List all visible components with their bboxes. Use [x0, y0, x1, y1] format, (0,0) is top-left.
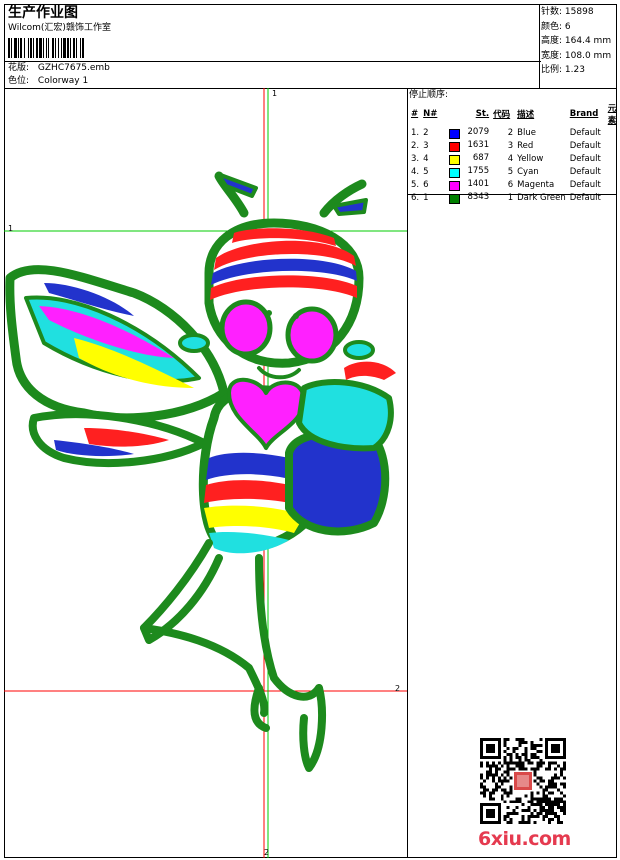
stop-stitches: 1401 — [447, 178, 491, 191]
stop-brand: Default — [569, 179, 601, 190]
colorway-value: Colorway 1 — [37, 76, 89, 86]
panel-divider — [407, 88, 408, 858]
stop-element — [606, 165, 620, 178]
stop-code: 2 — [507, 127, 514, 138]
colorway-row: 色位: Colorway 1 — [8, 76, 88, 87]
specs-divider — [539, 4, 540, 89]
color-swatch — [449, 167, 461, 178]
axis-label-top: 1 — [272, 89, 278, 98]
stop-needle: 3 — [423, 140, 429, 151]
design-label: 花版: — [8, 63, 30, 73]
stop-code: 4 — [507, 153, 514, 164]
col-desc: 描述 — [517, 110, 535, 120]
color-swatch — [449, 180, 461, 191]
stop-desc: Red — [517, 140, 534, 151]
stop-table-title: 停止顺序: — [409, 90, 449, 100]
stop-element — [606, 178, 620, 191]
stop-desc: Blue — [517, 127, 536, 138]
stop-row: 3. 4 687 4 Yellow Default — [409, 152, 620, 165]
stop-index: 3. — [411, 153, 420, 164]
watermark-logo: 6xiu.com — [478, 828, 571, 850]
stop-element — [606, 139, 620, 152]
stop-code: 1 — [507, 192, 514, 203]
color-swatch — [449, 154, 461, 165]
stop-desc: Dark Green — [517, 192, 566, 203]
axis-label-right: 2 — [395, 684, 401, 693]
stop-row: 4. 5 1755 5 Cyan Default — [409, 165, 620, 178]
stop-code: 3 — [507, 140, 514, 151]
stop-needle: 2 — [423, 127, 429, 138]
stop-row: 1. 2 2079 2 Blue Default — [409, 126, 620, 139]
stop-code: 6 — [507, 179, 514, 190]
stop-desc: Magenta — [517, 179, 555, 190]
stop-needle: 6 — [423, 179, 429, 190]
stop-index: 5. — [411, 179, 420, 190]
stop-element — [606, 152, 620, 165]
stop-stitches: 1755 — [447, 165, 491, 178]
axis-label-bottom: 2 — [264, 848, 270, 857]
color-swatch — [449, 128, 461, 139]
col-index: # — [411, 109, 419, 119]
stop-row: 6. 1 8343 1 Dark Green Default — [409, 191, 620, 204]
stop-element — [606, 191, 620, 204]
col-stitches: St. — [475, 109, 490, 119]
col-element: 元素 — [607, 104, 617, 126]
stop-row: 2. 3 1631 3 Red Default — [409, 139, 620, 152]
stop-needle: 5 — [423, 166, 429, 177]
spec-stitches: 针数: 15898 — [541, 7, 594, 17]
header-divider — [4, 61, 541, 62]
design-canvas — [4, 88, 407, 858]
stop-needle: 4 — [423, 153, 429, 164]
stop-brand: Default — [569, 127, 601, 138]
stop-index: 2. — [411, 140, 420, 151]
stop-stitches: 687 — [447, 152, 491, 165]
color-swatch — [449, 141, 461, 152]
stop-stitches: 8343 — [447, 191, 491, 204]
colorway-label: 色位: — [8, 76, 30, 86]
stop-element — [606, 126, 620, 139]
stop-needle: 1 — [423, 192, 429, 203]
stop-brand: Default — [569, 140, 601, 151]
spec-colors: 颜色: 6 — [541, 21, 571, 32]
stop-row: 5. 6 1401 6 Magenta Default — [409, 178, 620, 191]
design-row: 花版: GZHC7675.emb — [8, 63, 110, 74]
stop-stitches: 1631 — [447, 139, 491, 152]
col-needle: N# — [423, 109, 438, 119]
specs-panel: 针数: 15898 颜色: 6 高度: 164.4 mm 宽度: 108.0 m… — [541, 5, 611, 78]
stop-table: # N# St. 代码 描述 Brand 元素 1. 2 2079 2 Blue Defa… — [409, 102, 620, 204]
axis-label-left: 1 — [8, 224, 14, 233]
spec-width: 宽度: 108.0 mm — [541, 50, 612, 61]
stop-code: 5 — [507, 166, 514, 177]
qr-code — [480, 738, 566, 824]
col-code: 代码 — [493, 110, 511, 120]
barcode — [8, 38, 84, 58]
software-label: Wilcom(汇宏)赣饰工作室 — [8, 23, 111, 33]
watermark-text: 6xiu — [478, 828, 522, 850]
stop-index: 4. — [411, 166, 420, 177]
embroidery-bee-illustration — [5, 171, 396, 772]
watermark-tld: .com — [521, 828, 572, 850]
design-file: GZHC7675.emb — [37, 63, 110, 73]
stop-brand: Default — [569, 166, 601, 177]
spec-scale: 比例: 1.23 — [541, 65, 585, 75]
page-title: 生产作业图 — [8, 5, 78, 21]
stop-stitches: 2079 — [447, 126, 491, 139]
col-brand: Brand — [569, 109, 599, 119]
stop-index: 1. — [411, 127, 420, 138]
stop-index: 6. — [411, 192, 420, 203]
color-swatch — [449, 193, 461, 204]
stop-brand: Default — [569, 192, 601, 203]
stop-desc: Yellow — [517, 153, 544, 164]
stop-brand: Default — [569, 153, 601, 164]
spec-height: 高度: 164.4 mm — [541, 36, 612, 46]
stop-desc: Cyan — [517, 166, 539, 177]
